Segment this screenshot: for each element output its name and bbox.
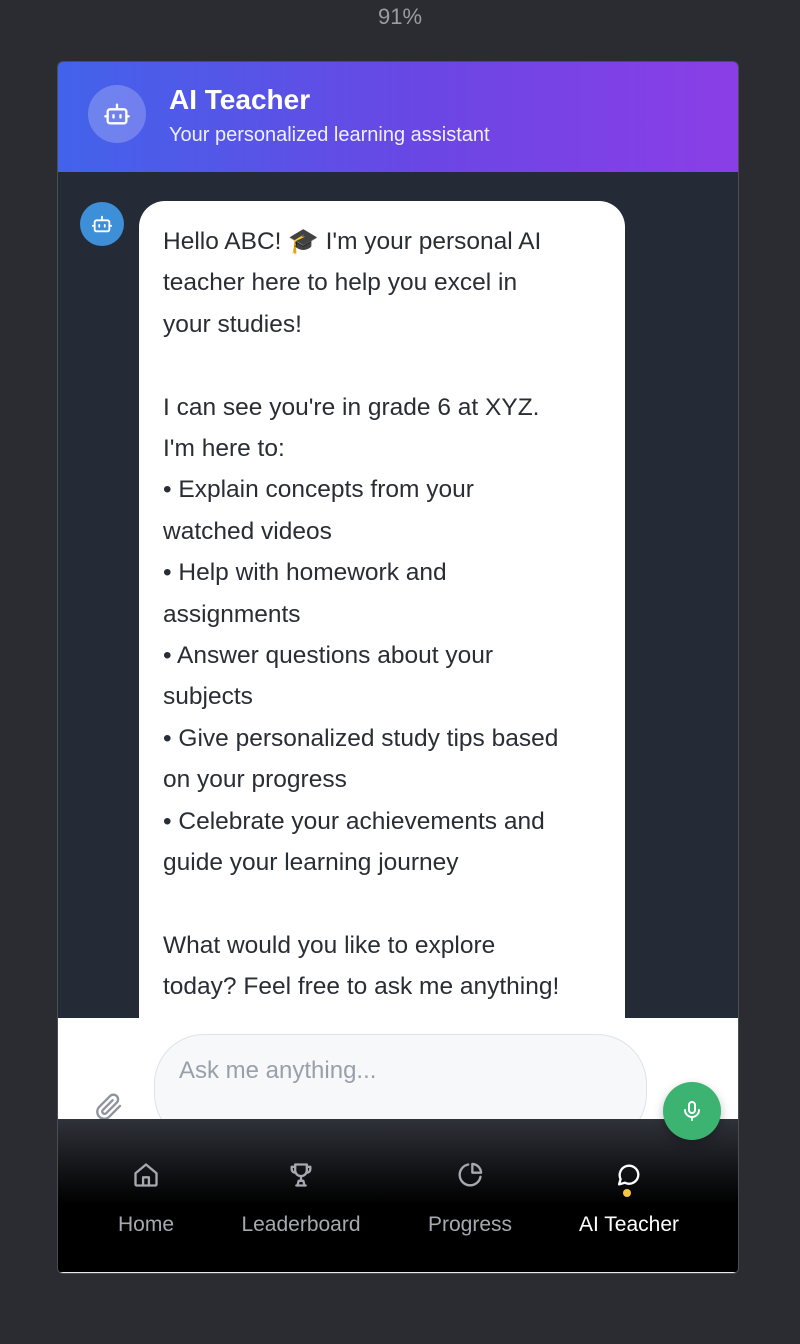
message-line: today? Feel free to ask me anything! — [163, 973, 560, 1001]
bot-message-bubble: Hello ABC! 🎓 I'm your personal AI teache… — [139, 201, 625, 1018]
message-line: guide your learning journey — [163, 849, 459, 877]
message-line: watched videos — [163, 517, 332, 545]
chat-messages[interactable]: Hello ABC! 🎓 I'm your personal AI teache… — [58, 172, 738, 1018]
message-line: on your progress — [163, 766, 347, 794]
message-line: I can see you're in grade 6 at XYZ. — [163, 393, 540, 421]
message-line — [163, 883, 603, 924]
nav-label: Progress — [427, 1213, 513, 1236]
message-line: teacher here to help you excel in — [163, 269, 518, 297]
nav-item-progress[interactable]: Progress — [414, 1119, 526, 1273]
message-line: Hello ABC! 🎓 I'm your personal AI — [163, 228, 542, 255]
message-line: your studies! — [163, 310, 302, 338]
voice-input-button[interactable] — [663, 1082, 721, 1140]
message-composer — [58, 1018, 738, 1119]
trophy-icon — [286, 1161, 316, 1195]
header-avatar — [88, 85, 146, 143]
message-line: • Explain concepts from your — [163, 476, 474, 504]
nav-label: Leaderboard — [241, 1213, 361, 1236]
microphone-icon — [684, 1101, 700, 1121]
message-line: • Give personalized study tips based — [163, 724, 559, 752]
home-icon — [131, 1161, 161, 1195]
message-line: • Celebrate your achievements and — [163, 807, 545, 835]
page-title: AI Teacher — [169, 84, 311, 115]
page-subtitle: Your personalized learning assistant — [169, 124, 490, 146]
bottom-nav: Home Leaderboard Progress AI Teacher — [58, 1119, 738, 1273]
robot-icon — [104, 103, 130, 125]
message-line: I'm here to: — [163, 435, 285, 463]
nav-item-leaderboard[interactable]: Leaderboard — [228, 1119, 374, 1273]
active-tab-indicator — [623, 1189, 631, 1197]
nav-label: Home — [117, 1213, 175, 1236]
nav-label: AI Teacher — [578, 1213, 679, 1236]
zoom-level: 91% — [377, 4, 423, 29]
nav-item-home[interactable]: Home — [98, 1119, 194, 1273]
chat-header: AI Teacher Your personalized learning as… — [58, 62, 738, 172]
home-indicator — [58, 1272, 738, 1273]
message-line: • Help with homework and — [163, 559, 447, 587]
pie-chart-icon — [455, 1161, 485, 1195]
attach-button[interactable] — [94, 1092, 124, 1119]
message-line: • Answer questions about your — [163, 642, 493, 670]
app-window: AI Teacher Your personalized learning as… — [57, 61, 739, 1274]
message-line: subjects — [163, 683, 253, 711]
paperclip-icon — [96, 1093, 122, 1119]
bot-avatar — [80, 202, 124, 246]
message-line: assignments — [163, 600, 301, 628]
message-input[interactable] — [154, 1034, 647, 1119]
robot-icon — [91, 215, 113, 233]
message-line: What would you like to explore — [163, 931, 496, 959]
nav-item-ai-teacher[interactable]: AI Teacher — [564, 1119, 694, 1273]
message-line — [163, 345, 603, 386]
